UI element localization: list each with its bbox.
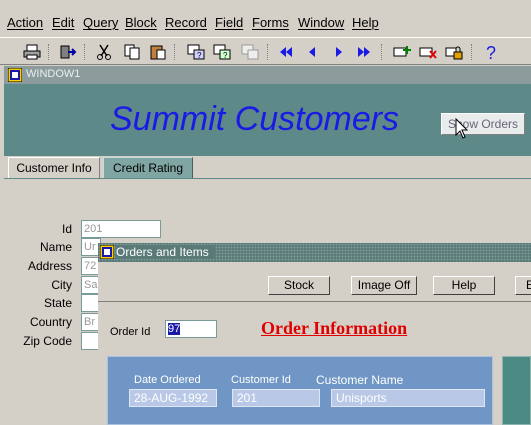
- address-label: Address: [27, 259, 72, 273]
- tab-customer-info[interactable]: Customer Info: [8, 157, 100, 179]
- paste-icon[interactable]: [148, 42, 168, 62]
- menu-query[interactable]: Query: [83, 15, 118, 30]
- id-label: Id: [61, 222, 72, 236]
- date-ordered-label: Date Ordered: [134, 374, 201, 386]
- orders-titlebar[interactable]: Orders and Items: [98, 243, 531, 262]
- svg-text:?: ?: [197, 51, 202, 60]
- customer-id-label: Customer Id: [231, 374, 291, 386]
- insert-record-icon[interactable]: [392, 42, 412, 62]
- mouse-cursor-icon: [455, 118, 469, 139]
- svg-text:?: ?: [223, 51, 228, 60]
- window1-titlebar[interactable]: WINDOW1: [4, 66, 531, 84]
- country-label: Country: [29, 315, 72, 329]
- order-id-field[interactable]: 97: [165, 320, 217, 338]
- toolbar: ? ? ?: [0, 37, 531, 65]
- show-orders-button[interactable]: Show Orders: [441, 113, 525, 135]
- city-label: City: [51, 278, 72, 292]
- exit-icon[interactable]: [58, 42, 78, 62]
- tab-divider: [4, 178, 531, 179]
- stock-button[interactable]: Stock: [268, 276, 330, 295]
- customer-name-field[interactable]: Unisports: [331, 389, 485, 407]
- state-label: State: [43, 296, 72, 310]
- menu-block[interactable]: Block: [125, 15, 157, 30]
- copy-icon[interactable]: [122, 42, 142, 62]
- customer-name-label: Customer Name: [316, 373, 404, 387]
- previous-record-icon[interactable]: [302, 42, 322, 62]
- delete-record-icon[interactable]: [418, 42, 438, 62]
- svg-text:?: ?: [486, 43, 496, 61]
- menu-bar: Action Edit Query Block Record Field For…: [0, 12, 531, 34]
- order-information-heading: Order Information: [261, 318, 408, 338]
- order-id-value: 97: [168, 323, 181, 335]
- date-ordered-field[interactable]: 28-AUG-1992: [129, 389, 217, 407]
- next-record-icon[interactable]: [329, 42, 349, 62]
- extra-button[interactable]: E: [515, 276, 531, 295]
- cancel-query-icon[interactable]: [240, 42, 260, 62]
- cut-icon[interactable]: [94, 42, 114, 62]
- order-side-panel: [502, 356, 531, 425]
- menu-forms[interactable]: Forms: [252, 15, 289, 30]
- menu-action[interactable]: Action: [7, 15, 43, 30]
- forms-icon: [8, 68, 22, 82]
- menu-window[interactable]: Window: [298, 15, 344, 30]
- first-record-icon[interactable]: [276, 42, 296, 62]
- help-button[interactable]: Help: [433, 276, 495, 295]
- customer-id-field[interactable]: 201: [232, 389, 320, 407]
- order-id-label: Order Id: [110, 326, 151, 338]
- image-off-button[interactable]: Image Off: [351, 276, 417, 295]
- execute-query-icon[interactable]: ?: [212, 42, 232, 62]
- help-icon[interactable]: ?: [481, 42, 501, 62]
- menu-edit[interactable]: Edit: [52, 15, 74, 30]
- lock-record-icon[interactable]: [444, 42, 464, 62]
- menu-field[interactable]: Field: [215, 15, 243, 30]
- page-title: Summit Customers: [110, 100, 400, 138]
- print-icon[interactable]: [22, 42, 42, 62]
- enter-query-icon[interactable]: ?: [186, 42, 206, 62]
- orders-window-title: Orders and Items: [116, 245, 215, 259]
- zip-label: Zip Code: [23, 334, 72, 348]
- window1-title: WINDOW1: [26, 68, 81, 80]
- tab-credit-rating[interactable]: Credit Rating: [103, 157, 193, 179]
- name-label: Name: [39, 240, 72, 254]
- forms-icon: [100, 245, 114, 259]
- menu-record[interactable]: Record: [165, 15, 207, 30]
- id-field[interactable]: 201: [81, 220, 161, 238]
- last-record-icon[interactable]: [354, 42, 374, 62]
- menu-help[interactable]: Help: [352, 15, 379, 30]
